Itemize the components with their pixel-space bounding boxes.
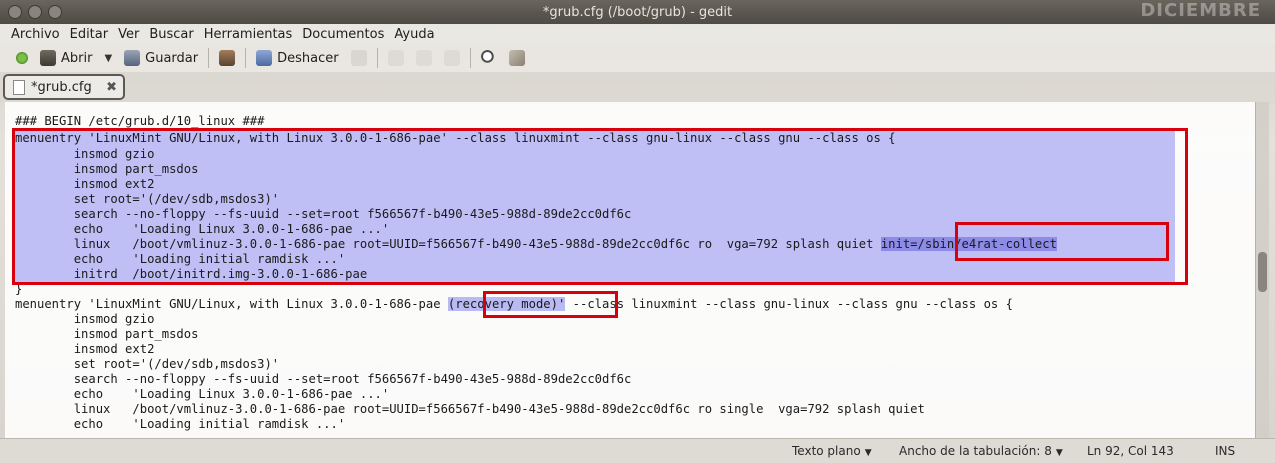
document-tabs: *grub.cfg ✖ (0, 72, 1275, 102)
code-line: linux /boot/vmlinuz-3.0.0-1-686-pae root… (15, 402, 925, 416)
language-selector[interactable]: Texto plano ▼ (792, 444, 872, 458)
menu-editar[interactable]: Editar (65, 27, 114, 42)
redo-button[interactable] (345, 46, 373, 70)
scrollbar-thumb[interactable] (1258, 252, 1267, 292)
code-line: insmod part_msdos (15, 327, 199, 341)
language-label: Texto plano (792, 444, 861, 458)
window-title: *grub.cfg (/boot/grub) - gedit (542, 4, 733, 20)
text-editor[interactable]: ### BEGIN /etc/grub.d/10_linux ### menue… (5, 102, 1255, 438)
menu-archivo[interactable]: Archivo (6, 27, 65, 42)
vertical-scrollbar[interactable] (1255, 102, 1269, 438)
recovery-mode-highlight-box (483, 291, 618, 318)
dropdown-arrow-icon: ▼ (864, 448, 872, 458)
close-window-icon[interactable] (8, 5, 22, 19)
undo-label: Deshacer (277, 50, 339, 66)
code-line: set root='(/dev/sdb,msdos3)' (15, 357, 280, 371)
code-line: echo 'Loading Linux 3.0.0-1-686-pae ...' (15, 387, 390, 401)
toolbar-separator (245, 48, 247, 68)
cut-button[interactable] (382, 46, 410, 70)
print-icon (219, 50, 236, 66)
minimize-window-icon[interactable] (28, 5, 42, 19)
document-icon (13, 79, 25, 95)
menuentry-text: menuentry 'LinuxMint GNU/Linux, with Lin… (15, 297, 448, 311)
copy-icon (415, 50, 432, 66)
code-line: insmod gzio (15, 312, 155, 326)
open-folder-icon (40, 50, 56, 66)
tab-width-selector[interactable]: Ancho de la tabulación: 8 ▼ (899, 444, 1063, 458)
close-tab-icon[interactable]: ✖ (106, 80, 117, 95)
desktop-background-text: DICIEMBRE (1140, 0, 1261, 21)
menubar: Archivo Editar Ver Buscar Herramientas D… (0, 24, 1275, 44)
menuentry-rest-text: --class linuxmint --class gnu-linux --cl… (565, 297, 1013, 311)
menuentry-highlight-box (12, 128, 1188, 285)
code-line: search --no-floppy --fs-uuid --set=root … (15, 372, 632, 386)
tab-grub-cfg[interactable]: *grub.cfg ✖ (3, 74, 125, 100)
code-line: ### BEGIN /etc/grub.d/10_linux ### (15, 114, 265, 128)
maximize-window-icon[interactable] (48, 5, 62, 19)
copy-button[interactable] (410, 46, 438, 70)
menu-herramientas[interactable]: Herramientas (199, 27, 298, 42)
menu-documentos[interactable]: Documentos (297, 27, 389, 42)
print-button[interactable] (213, 46, 241, 70)
open-recent-dropdown[interactable]: ▼ (98, 46, 118, 70)
status-bar: Texto plano ▼ Ancho de la tabulación: 8 ▼ … (0, 438, 1275, 463)
new-document-icon (16, 52, 28, 64)
replace-icon (508, 50, 525, 66)
undo-icon (256, 50, 273, 66)
open-button[interactable]: Abrir (34, 46, 98, 70)
menu-buscar[interactable]: Buscar (144, 27, 198, 42)
save-label: Guardar (145, 50, 199, 66)
dropdown-arrow-icon: ▼ (104, 52, 113, 64)
paste-button[interactable] (438, 46, 466, 70)
cursor-position: Ln 92, Col 143 (1087, 444, 1174, 458)
paste-icon (443, 50, 460, 66)
toolbar: Abrir ▼ Guardar Deshacer (0, 44, 1275, 72)
tab-width-label: Ancho de la tabulación: 8 (899, 444, 1052, 458)
code-line: echo 'Loading initial ramdisk ...' (15, 417, 346, 431)
menu-ver[interactable]: Ver (113, 27, 144, 42)
toolbar-separator (208, 48, 210, 68)
replace-button[interactable] (503, 46, 531, 70)
window-controls (8, 5, 62, 19)
cut-icon (387, 50, 404, 66)
new-button[interactable] (10, 46, 34, 70)
redo-icon (350, 50, 367, 66)
undo-button[interactable]: Deshacer (250, 46, 344, 70)
dropdown-arrow-icon: ▼ (1055, 448, 1063, 458)
init-option-highlight-box (955, 222, 1169, 261)
open-label: Abrir (61, 50, 93, 66)
search-icon (480, 50, 497, 66)
find-button[interactable] (475, 46, 503, 70)
toolbar-separator (469, 48, 471, 68)
tab-label: *grub.cfg (31, 79, 92, 95)
save-icon (124, 50, 141, 66)
title-bar: *grub.cfg (/boot/grub) - gedit DICIEMBRE (0, 0, 1275, 24)
insert-mode: INS (1215, 444, 1236, 458)
menu-ayuda[interactable]: Ayuda (389, 27, 439, 42)
toolbar-separator (376, 48, 378, 68)
save-button[interactable]: Guardar (118, 46, 204, 70)
code-line: insmod ext2 (15, 342, 155, 356)
